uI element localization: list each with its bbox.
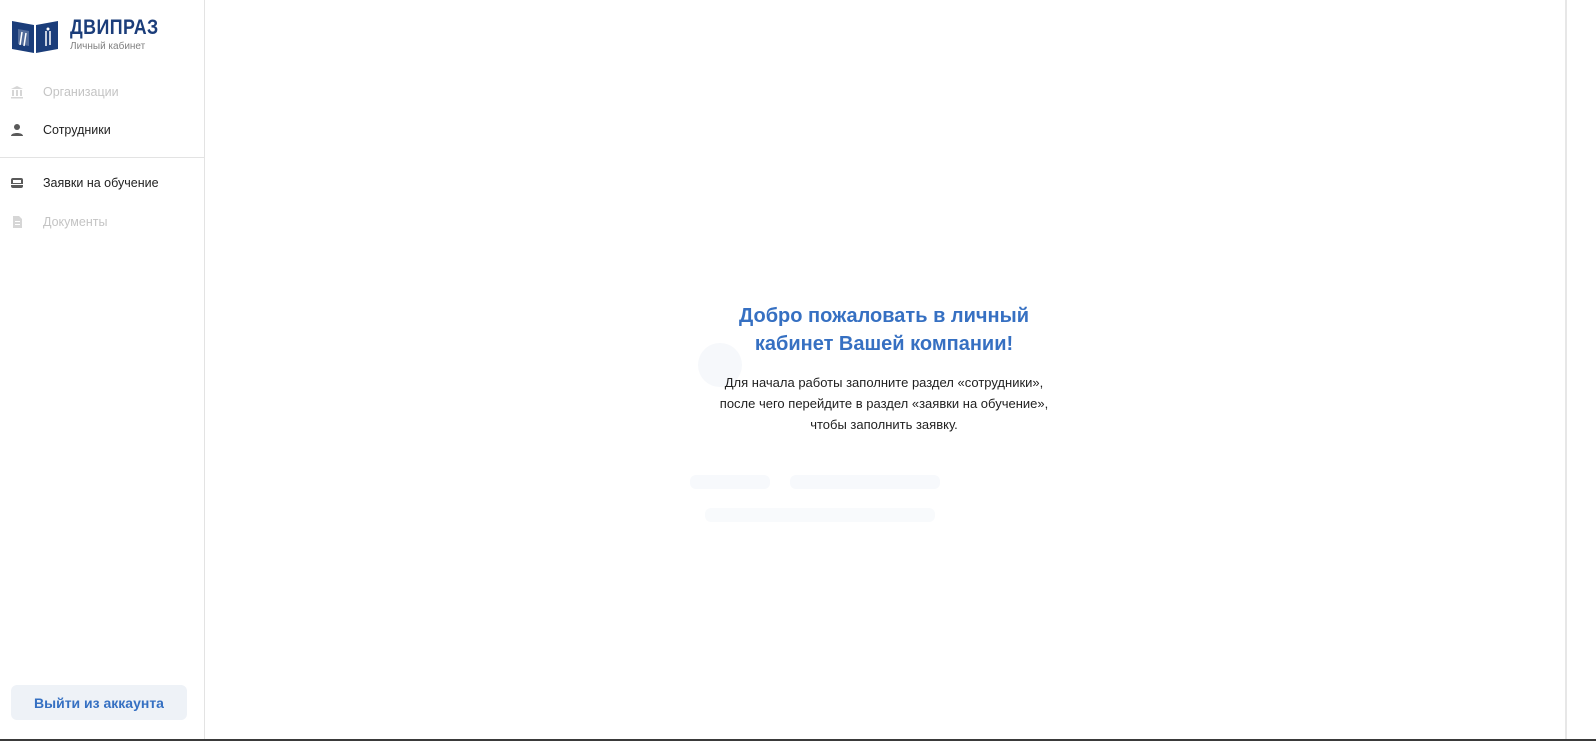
bank-icon: [10, 85, 24, 99]
sidebar: ДВИПРАЗ Личный кабинет Организации Сотру…: [0, 0, 205, 739]
welcome-title: Добро пожаловать в личный кабинет Вашей …: [738, 305, 1029, 355]
window-right-border: [1565, 0, 1567, 739]
brand-subtitle: Личный кабинет: [70, 41, 146, 52]
sidebar-item-label: Заявки на обучение: [43, 176, 159, 190]
sidebar-item-organizations[interactable]: Организации: [0, 75, 204, 109]
sidebar-item-training-requests[interactable]: Заявки на обучение: [0, 166, 204, 200]
person-icon: [10, 123, 24, 137]
app-window: ДВИПРАЗ Личный кабинет Организации Сотру…: [0, 0, 1596, 752]
welcome-text: Для начала работы заполните раздел «сотр…: [719, 375, 1049, 432]
sidebar-item-label: Документы: [43, 215, 108, 229]
brand-title: ДВИПРАЗ: [70, 16, 159, 39]
sidebar-divider: [0, 157, 204, 158]
sidebar-item-employees[interactable]: Сотрудники: [0, 113, 204, 147]
window-bottom-border: [0, 739, 1596, 741]
brand-logo[interactable]: ДВИПРАЗ Личный кабинет: [10, 15, 174, 55]
welcome-block: Добро пожаловать в личный кабинет Вашей …: [714, 302, 1054, 435]
logout-button[interactable]: Выйти из аккаунта: [11, 685, 187, 720]
sidebar-item-label: Организации: [43, 85, 119, 99]
inbox-icon: [10, 176, 24, 190]
sidebar-item-label: Сотрудники: [43, 123, 111, 137]
sidebar-item-documents[interactable]: Документы: [0, 205, 204, 239]
document-icon: [10, 215, 24, 229]
book-logo-icon: [12, 21, 58, 53]
